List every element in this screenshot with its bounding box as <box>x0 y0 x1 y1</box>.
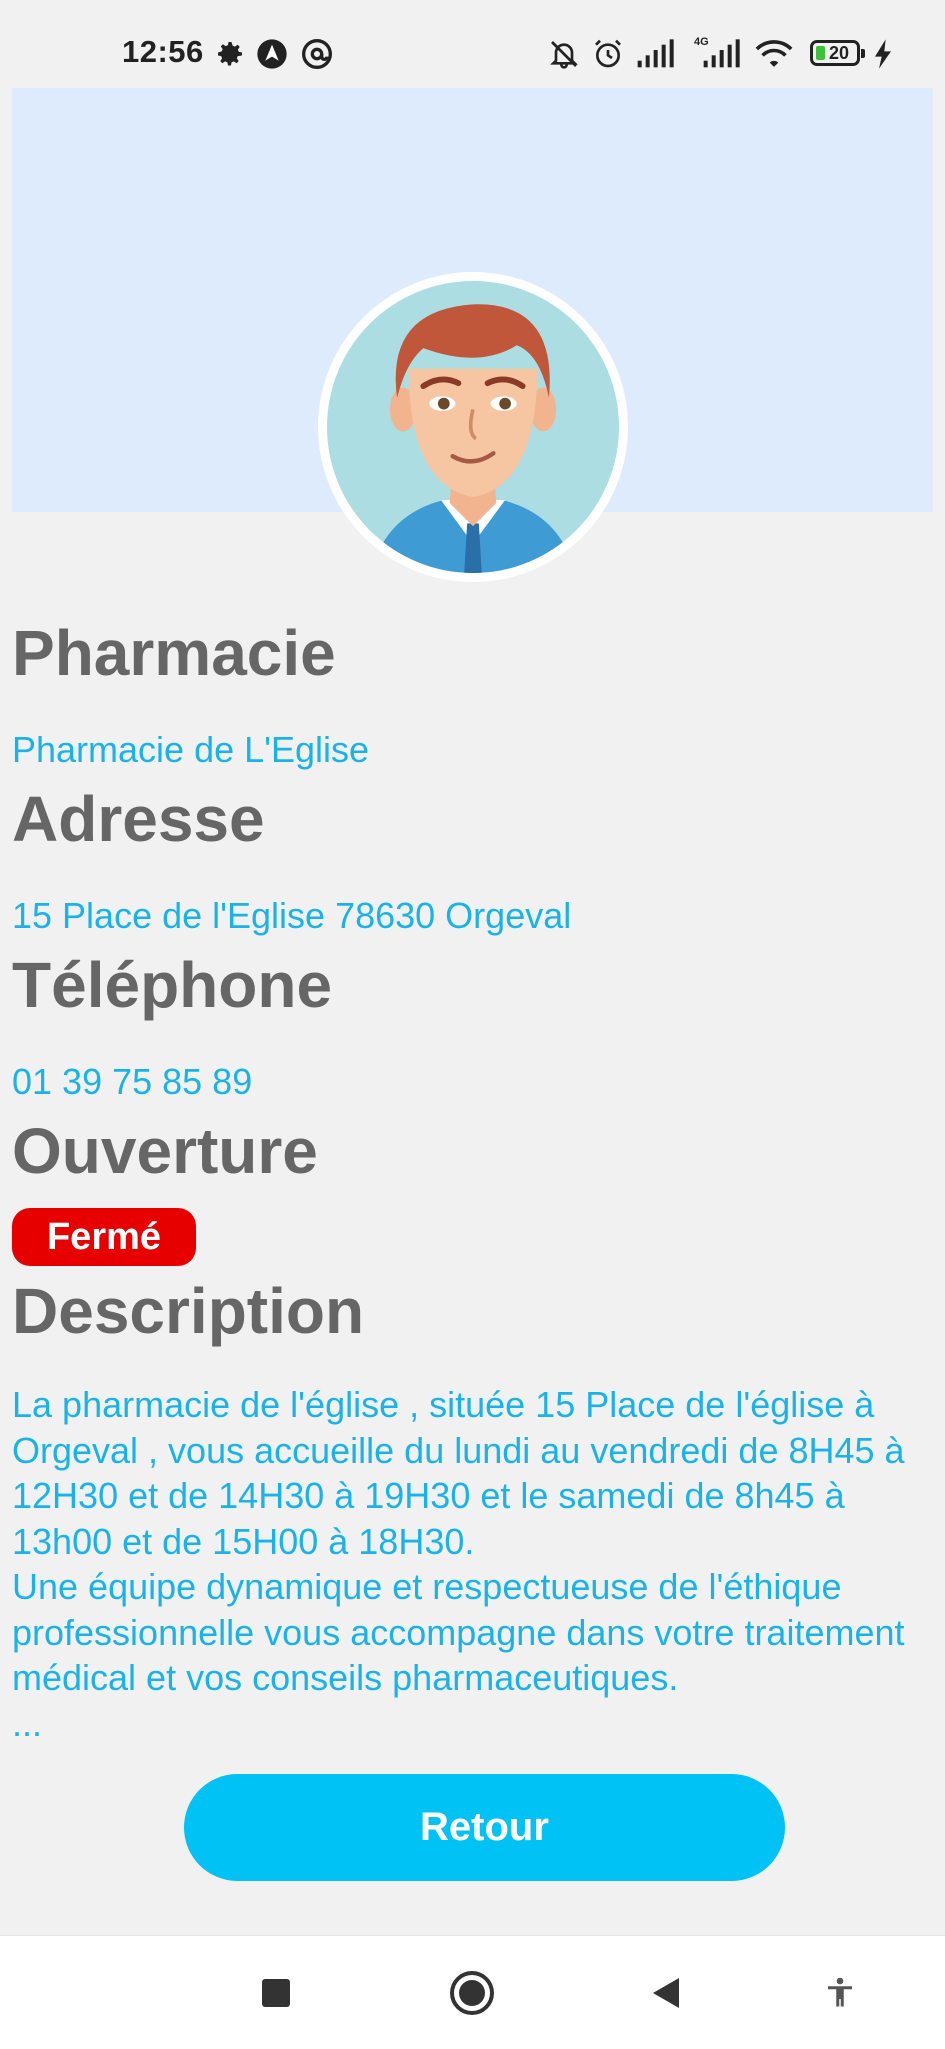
back-button[interactable]: Retour <box>184 1774 785 1881</box>
at-icon <box>301 38 333 70</box>
bell-muted-icon <box>548 38 580 70</box>
avatar <box>318 272 628 582</box>
pharmacie-label: Pharmacie <box>12 617 336 689</box>
alarm-icon <box>592 38 624 70</box>
ouverture-label: Ouverture <box>12 1115 318 1187</box>
gear-icon <box>214 38 246 70</box>
wifi-icon <box>754 38 793 70</box>
address-link[interactable]: 15 Place de l'Eglise 78630 Orgeval <box>12 894 571 937</box>
status-bar: 12:56 4G 20 <box>0 0 945 84</box>
back-triangle-icon[interactable] <box>641 1968 691 2018</box>
home-circle-icon[interactable] <box>447 1968 497 2018</box>
avatar-illustration <box>327 281 619 573</box>
adresse-label: Adresse <box>12 783 265 855</box>
navigation-icon <box>256 38 288 70</box>
signal-4g-icon <box>702 38 740 70</box>
accessibility-icon[interactable] <box>815 1968 865 2018</box>
status-badge: Fermé <box>12 1208 196 1266</box>
battery-level: 20 <box>828 42 850 63</box>
signal-icon <box>636 38 674 70</box>
telephone-label: Téléphone <box>12 949 333 1021</box>
description-text: La pharmacie de l'église , située 15 Pla… <box>12 1384 905 1744</box>
status-time: 12:56 <box>122 34 204 69</box>
pharmacie-name: Pharmacie de L'Eglise <box>12 729 370 770</box>
navigation-bar <box>0 1935 945 2049</box>
phone-link[interactable]: 01 39 75 85 89 <box>12 1060 252 1103</box>
charging-icon <box>872 38 904 70</box>
recents-square-icon[interactable] <box>251 1968 301 2018</box>
description-label: Description <box>12 1275 365 1347</box>
battery-icon: 20 <box>810 40 865 66</box>
